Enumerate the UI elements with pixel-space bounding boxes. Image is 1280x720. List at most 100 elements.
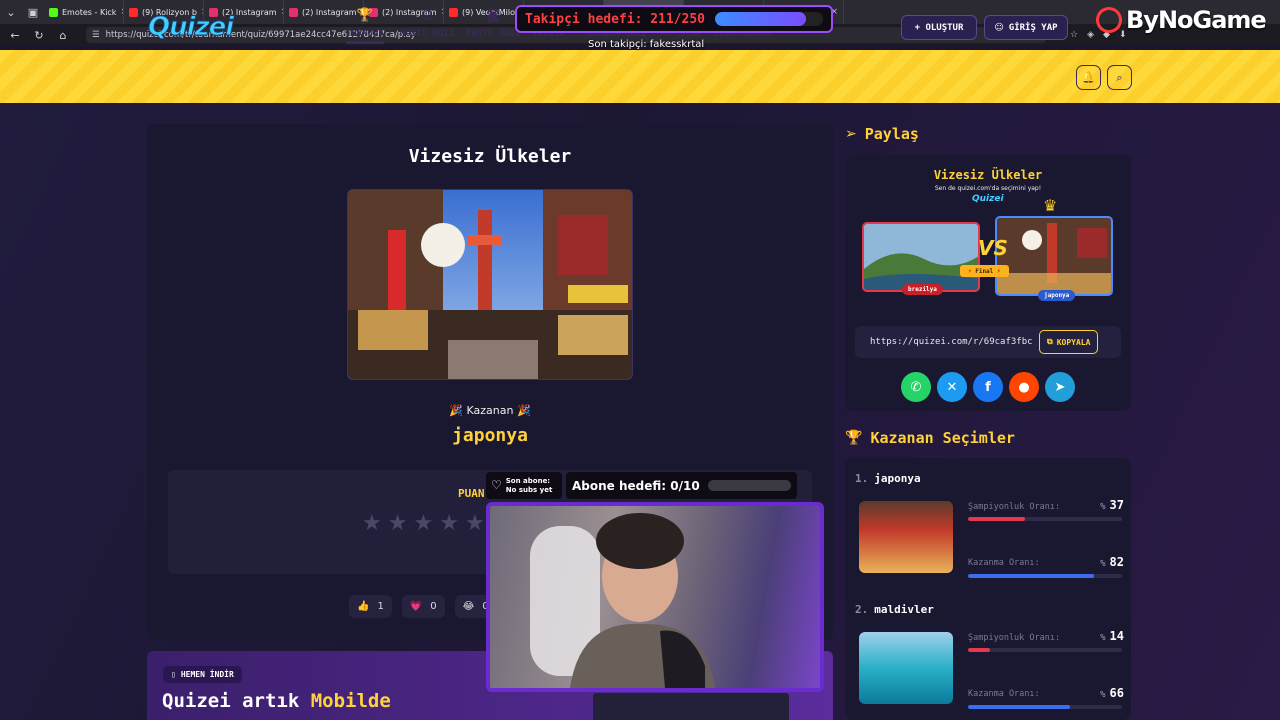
star-icon[interactable]: ★	[413, 511, 433, 536]
facebook-share-icon[interactable]: f	[973, 372, 1003, 402]
nav-label: TURNUVA	[346, 29, 384, 44]
mobile-title: Quizei artık Mobilde	[162, 690, 391, 712]
reaction-button[interactable]: 👍 1	[349, 595, 392, 618]
champ-rate-number: 14	[1109, 629, 1124, 643]
last-sub-title: Son abone:	[505, 476, 551, 485]
star-icon[interactable]: ★	[465, 511, 485, 536]
choice-rank: 1.	[855, 472, 869, 485]
champ-rate-value: % 14	[1100, 629, 1124, 643]
choices-title: 🏆 Kazanan Seçimler	[845, 429, 1015, 447]
shield-icon[interactable]: ◈	[1087, 30, 1094, 40]
back-icon[interactable]: ←	[8, 29, 22, 42]
download-badge[interactable]: ▯ HEMEN İNDİR	[163, 666, 242, 683]
star-icon[interactable]: ★	[362, 511, 382, 536]
mobile-title-highlight: Mobilde	[310, 690, 391, 712]
trophy-icon: 🏆	[845, 430, 863, 446]
champ-rate-value: % 37	[1100, 498, 1124, 512]
nav-item-turnuva[interactable]: 🏆 TURNUVA	[340, 9, 390, 44]
preview-final-badge: ⚡ Final ⚡	[960, 265, 1009, 277]
rating-title: PUAN	[458, 487, 485, 500]
choice-rank: 2.	[855, 603, 869, 616]
preview-vs: VS	[978, 236, 1008, 260]
preview-title: Vizesiz Ülkeler	[933, 168, 1043, 182]
crown-icon: ♛	[1043, 196, 1058, 215]
share-title-text: Paylaş	[864, 125, 919, 143]
bynogame-mark-icon	[1092, 3, 1126, 37]
win-rate-fill	[968, 574, 1095, 578]
nav-item-music-quiz[interactable]: ♫ MUSIC QUIZ	[394, 9, 460, 44]
tab-favicon-icon	[49, 7, 58, 17]
bynogame-text: ByNoGame	[1126, 6, 1267, 34]
bell-icon[interactable]: 🔔	[1076, 65, 1101, 90]
home-icon[interactable]: ⌂	[56, 29, 70, 42]
copy-label: KOPYALA	[1056, 337, 1091, 347]
win-rate-label: Kazanma Oranı:	[968, 689, 1040, 699]
champ-rate-label: Şampiyonluk Oranı:	[968, 633, 1061, 643]
sub-goal-overlay: ♡ Son abone: No subs yet Abone hedefi: 0/…	[486, 472, 797, 499]
sub-goal-text: Abone hedefi: 0/10	[572, 478, 700, 493]
search-icon[interactable]: ⌕	[1107, 65, 1132, 90]
webcam-bottom-strip	[593, 693, 789, 720]
preview-logo: Quizei	[972, 194, 1004, 204]
choice-name: 1. japonya	[855, 472, 921, 485]
champ-rate-fill	[968, 517, 1025, 521]
bookmark-icon[interactable]: ☆	[1070, 30, 1078, 40]
copy-button[interactable]: ⧉ KOPYALA	[1039, 330, 1099, 354]
quizei-logo[interactable]: Quizei	[147, 12, 234, 43]
winner-label: 🎉 Kazanan 🎉	[449, 404, 531, 417]
whatsapp-share-icon[interactable]: ✆	[901, 372, 931, 402]
copy-icon: ⧉	[1047, 337, 1053, 346]
reload-icon[interactable]: ↻	[32, 29, 46, 42]
telegram-share-icon[interactable]: ➤	[1045, 372, 1075, 402]
site-info-icon[interactable]: ☰	[92, 30, 100, 40]
rating-stars[interactable]: ★ ★ ★ ★ ★	[362, 511, 485, 536]
tab-label: Emotes - Kick	[62, 7, 117, 17]
win-rate-bar	[968, 705, 1122, 709]
follow-goal-overlay: Takipçi hedefi: 211/250	[515, 5, 833, 33]
send-icon: ➢	[845, 126, 857, 142]
share-link-row: https://quizei.com/r/69caf3fbc ⧉ KOPYALA	[855, 326, 1121, 358]
sidebar-icon[interactable]: ▣	[22, 0, 44, 24]
share-link[interactable]: https://quizei.com/r/69caf3fbc	[870, 337, 1033, 347]
win-rate-label: Kazanma Oranı:	[968, 558, 1040, 568]
choice-name-text: maldivler	[874, 603, 934, 616]
win-rate-value: % 82	[1100, 555, 1124, 569]
win-rate-value: % 66	[1100, 686, 1124, 700]
last-follower: Son takipçi: fakesskrtal	[588, 39, 705, 50]
create-button[interactable]: + OLUŞTUR	[901, 15, 977, 40]
reaction-button[interactable]: 💗 0	[401, 595, 445, 618]
star-icon[interactable]: ★	[439, 511, 459, 536]
share-title: ➢ Paylaş	[845, 125, 919, 143]
win-rate-number: 82	[1109, 555, 1124, 569]
choice-image	[859, 501, 953, 573]
trophy-icon: 🏆	[356, 8, 374, 23]
reaction-icon: 😂	[462, 601, 475, 612]
winner-name: japonya	[452, 425, 528, 446]
x-share-icon[interactable]: ✕	[937, 372, 967, 402]
social-buttons: ✆ ✕ f ● ➤	[901, 372, 1075, 402]
reaction-count: 1	[377, 601, 384, 612]
champ-rate-bar	[968, 517, 1122, 521]
winner-label-text: Kazanan	[466, 404, 514, 417]
choice-name: 2. maldivler	[855, 603, 934, 616]
tab-list-icon[interactable]: ⌄	[0, 0, 22, 24]
nav-label: MUSIC QUIZ	[399, 29, 455, 39]
win-rate-number: 66	[1109, 686, 1124, 700]
login-label: GİRİŞ YAP	[1008, 22, 1058, 33]
follow-goal-fill	[715, 12, 806, 26]
login-button[interactable]: ☺ GİRİŞ YAP	[984, 15, 1068, 40]
bynogame-logo: ByNoGame	[1092, 3, 1267, 37]
follow-goal-bar	[715, 12, 823, 26]
reaction-count: 0	[430, 601, 437, 612]
choice-image	[859, 632, 953, 704]
sub-goal-bar	[707, 480, 791, 491]
reaction-icon: 👍	[357, 601, 370, 612]
nav-label: PHOTO QUIZ	[466, 29, 521, 39]
star-icon[interactable]: ★	[388, 511, 408, 536]
heart-icon: ♡	[491, 478, 502, 492]
win-rate-bar	[968, 574, 1122, 578]
browser-tab[interactable]: Emotes - Kick×	[44, 0, 124, 24]
phone-icon: ▯	[171, 670, 176, 679]
winner-image	[347, 189, 633, 380]
reddit-share-icon[interactable]: ●	[1009, 372, 1039, 402]
